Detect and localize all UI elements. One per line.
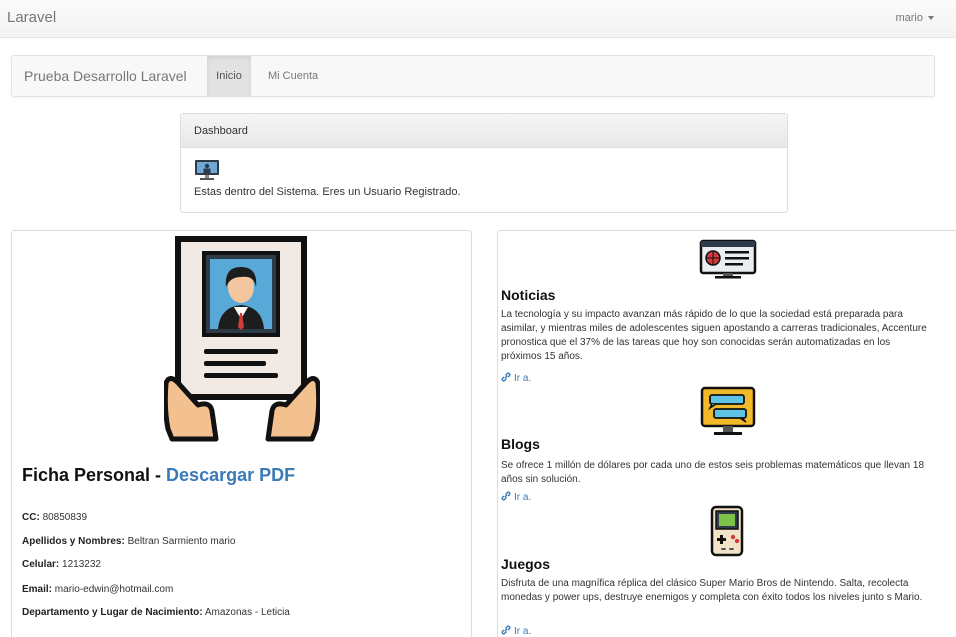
field-value: 1213232 (62, 559, 101, 570)
top-navbar: Laravel mario (0, 0, 956, 38)
monitor-icon (195, 160, 219, 180)
link-icon (501, 372, 511, 382)
link-label[interactable]: Ir a. (514, 492, 531, 503)
link-label[interactable]: Ir a. (514, 626, 531, 637)
app-navbar: Prueba Desarrollo Laravel Inicio Mi Cuen… (11, 55, 935, 97)
app-brand[interactable]: Prueba Desarrollo Laravel (24, 68, 187, 84)
tab-mi-cuenta[interactable]: Mi Cuenta (268, 56, 318, 96)
user-dropdown[interactable]: mario (895, 12, 934, 24)
field-label: CC: (22, 512, 40, 523)
section-title-juegos: Juegos (501, 556, 551, 572)
dashboard-heading: Dashboard (181, 114, 787, 148)
chat-monitor-icon (700, 386, 756, 435)
field-label: Departamento y Lugar de Nacimiento: (22, 607, 203, 618)
field-nombres: Apellidos y Nombres: Beltran Sarmiento m… (22, 536, 235, 547)
tab-inicio[interactable]: Inicio (207, 56, 251, 96)
profile-title: Ficha Personal - Descargar PDF (22, 465, 295, 486)
link-label[interactable]: Ir a. (514, 373, 531, 384)
profile-card: Ficha Personal - Descargar PDF CC: 80850… (11, 230, 472, 637)
field-value: Beltran Sarmiento mario (127, 536, 236, 547)
field-value: 80850839 (42, 512, 88, 523)
link-icon (501, 491, 511, 501)
field-label: Email: (22, 584, 53, 595)
section-title-noticias: Noticias (501, 287, 556, 303)
link-icon (501, 625, 511, 635)
field-celular: Celular: 1213232 (22, 559, 101, 570)
field-label: Apellidos y Nombres: (22, 536, 125, 547)
field-value: Amazonas - Leticia (204, 607, 290, 618)
gameboy-icon (710, 505, 744, 557)
profile-title-text: Ficha Personal - (22, 465, 167, 485)
news-icon (699, 239, 757, 279)
section-text-juegos: Disfruta de una magnífica réplica del cl… (501, 578, 923, 603)
dashboard-panel: Dashboard Estas dentro del Sistema. Eres… (180, 113, 788, 213)
caret-down-icon (928, 16, 934, 21)
field-email: Email: mario-edwin@hotmail.com (22, 584, 173, 595)
section-link-blogs[interactable]: Ir a. (501, 491, 531, 503)
section-text-noticias: La tecnología y su impacto avanzan más r… (501, 309, 927, 362)
field-nacimiento: Departamento y Lugar de Nacimiento: Amaz… (22, 607, 290, 618)
navbar-brand[interactable]: Laravel (7, 9, 56, 26)
id-card-hands-icon (164, 236, 320, 442)
field-value: mario-edwin@hotmail.com (54, 584, 174, 595)
download-pdf-link[interactable]: Descargar PDF (166, 465, 295, 485)
section-text-blogs: Se ofrece 1 millón de dólares por cada u… (501, 460, 925, 485)
dashboard-body: Estas dentro del Sistema. Eres un Usuari… (181, 148, 787, 198)
field-cc: CC: 80850839 (22, 512, 87, 523)
dashboard-message: Estas dentro del Sistema. Eres un Usuari… (194, 186, 461, 198)
user-name: mario (895, 12, 923, 24)
section-title-blogs: Blogs (501, 436, 540, 452)
field-label: Celular: (22, 559, 60, 570)
section-link-juegos[interactable]: Ir a. (501, 625, 531, 637)
section-link-noticias[interactable]: Ir a. (501, 372, 531, 384)
sections-card: Noticias La tecnología y su impacto avan… (497, 230, 956, 637)
